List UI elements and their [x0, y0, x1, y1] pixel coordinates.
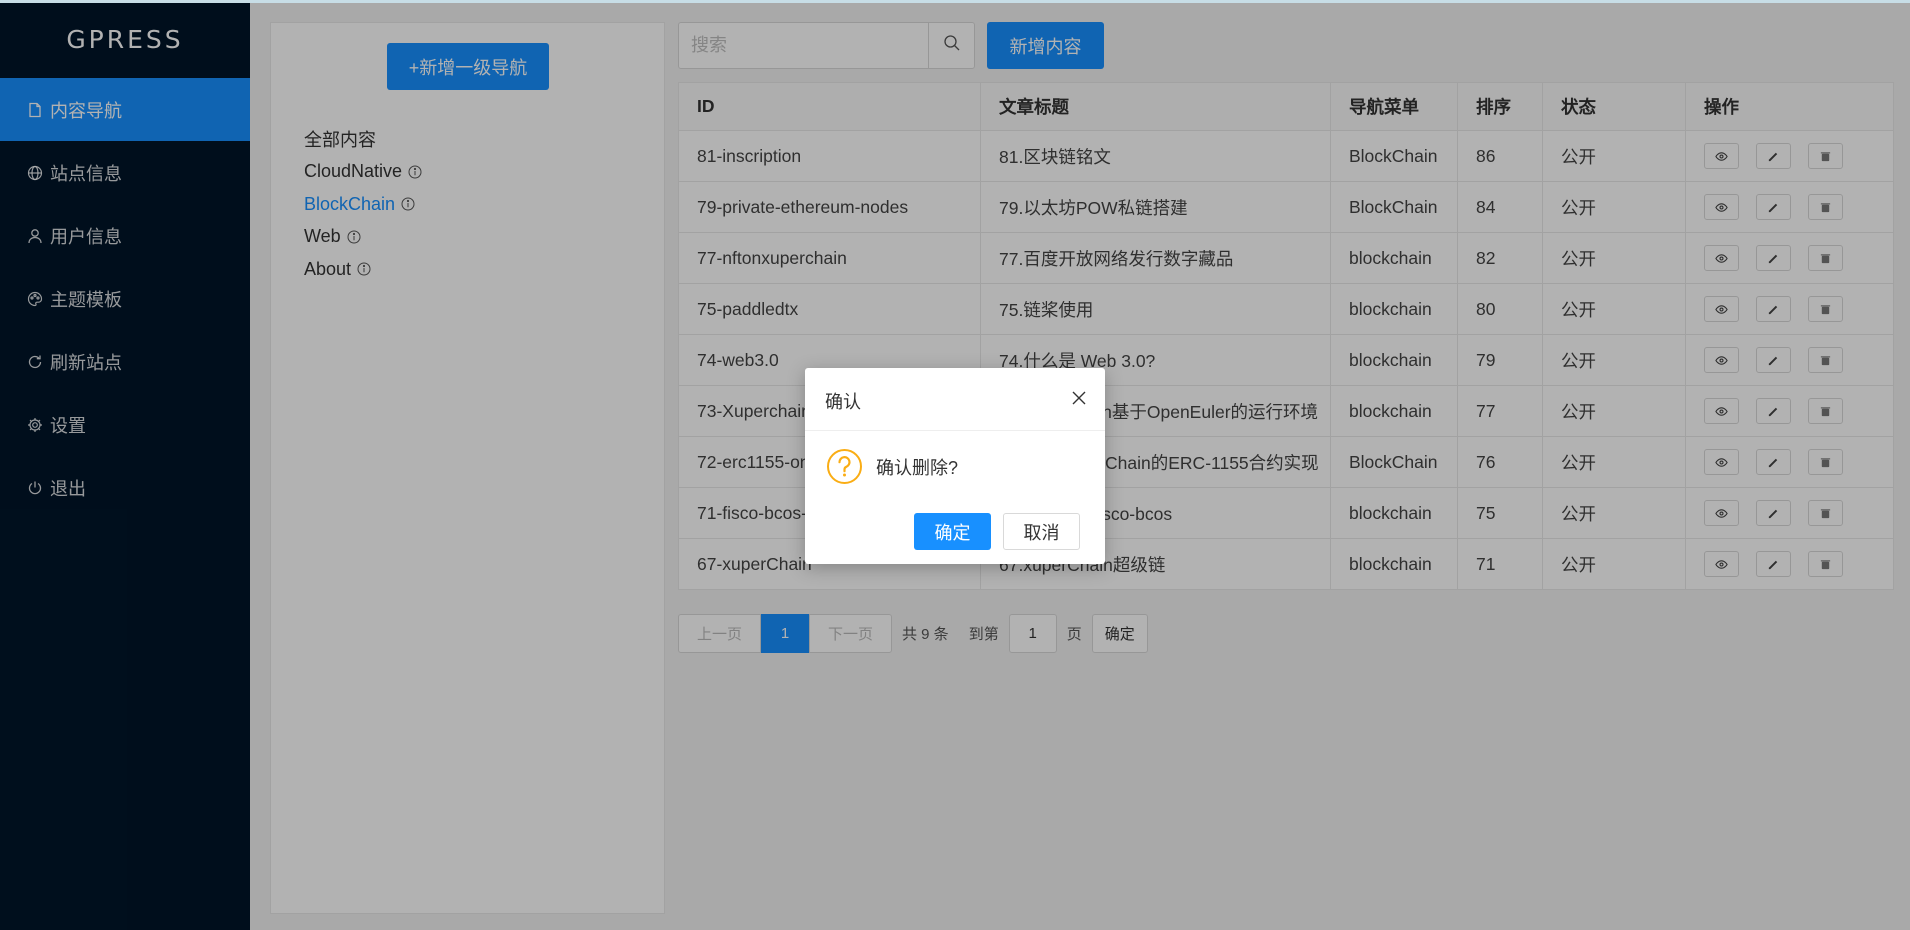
dialog-body: 确认删除? [826, 448, 958, 485]
dialog-message: 确认删除? [876, 457, 959, 478]
confirm-ok-button[interactable]: 确定 [914, 513, 991, 550]
question-icon [826, 448, 863, 485]
dialog-title: 确认 [825, 392, 861, 412]
dialog-header: 确认 [805, 368, 1105, 431]
top-border [0, 0, 1910, 3]
confirm-cancel-button[interactable]: 取消 [1003, 513, 1080, 550]
confirm-dialog: 确认 确认删除? 确定 取消 [805, 368, 1105, 564]
close-icon[interactable] [1071, 390, 1087, 406]
